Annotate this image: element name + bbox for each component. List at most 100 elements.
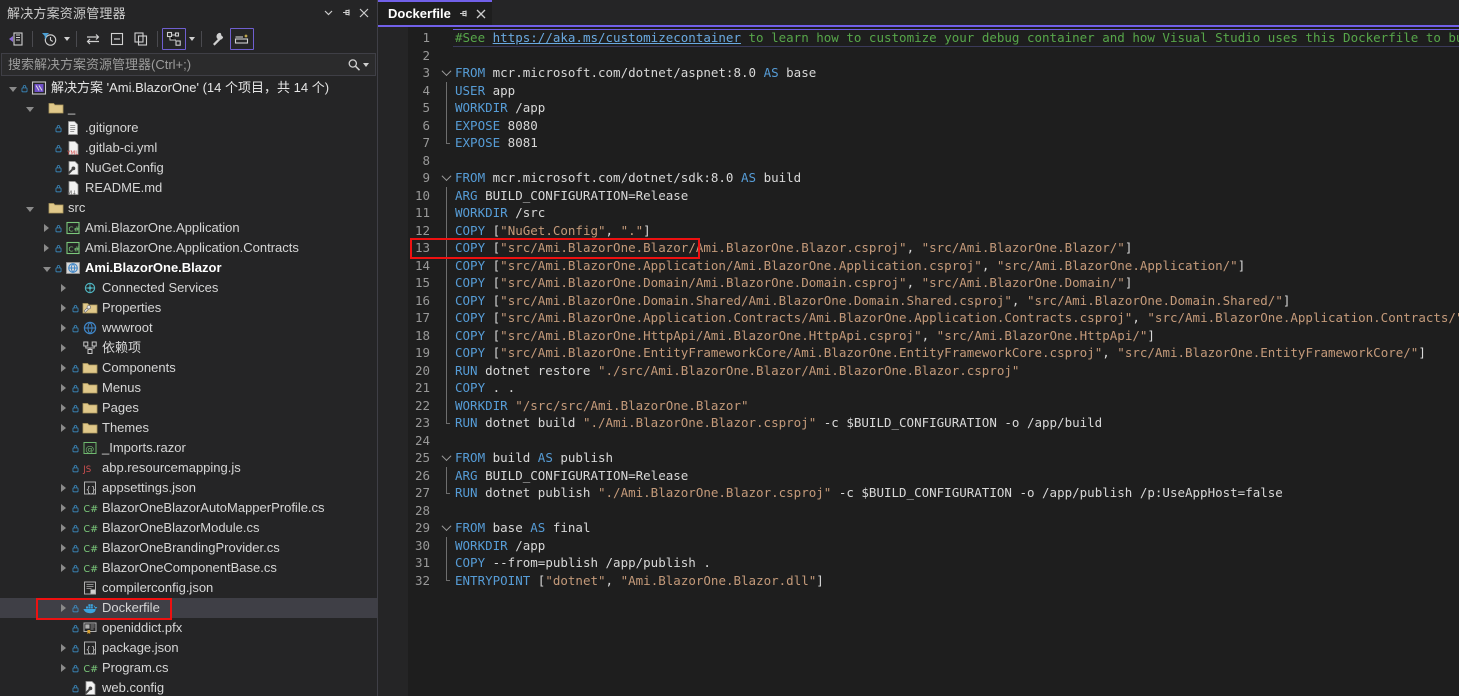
collapse-all-icon[interactable] (105, 28, 129, 50)
chevron-right-icon[interactable] (57, 518, 70, 538)
chevron-down-icon[interactable] (40, 258, 53, 278)
pin-icon[interactable] (337, 3, 355, 23)
code-link[interactable]: https://aka.ms/customizecontainer (493, 30, 741, 45)
code-line[interactable]: 2 (378, 47, 1459, 65)
chevron-right-icon[interactable] (57, 378, 70, 398)
tree-node[interactable]: Themes (0, 418, 377, 438)
tree-node[interactable]: .gitignore (0, 118, 377, 138)
fold-chevron-icon[interactable] (440, 519, 453, 537)
tree-node[interactable]: Properties (0, 298, 377, 318)
code-line[interactable]: 1 #See https://aka.ms/customizecontainer … (378, 29, 1459, 47)
chevron-right-icon[interactable] (57, 558, 70, 578)
tree-node[interactable]: 依赖项 (0, 338, 377, 358)
pending-changes-caret-icon[interactable] (61, 28, 72, 50)
tree-node[interactable]: Ami.BlazorOne.Blazor (0, 258, 377, 278)
chevron-down-icon[interactable] (23, 198, 36, 218)
tree-node[interactable]: C# BlazorOneBlazorAutoMapperProfile.cs (0, 498, 377, 518)
tree-node[interactable]: @ _Imports.razor (0, 438, 377, 458)
code-line[interactable]: 31 COPY --from=publish /app/publish . (378, 554, 1459, 572)
code-line[interactable]: 5 WORKDIR /app (378, 99, 1459, 117)
tree-node[interactable]: M↓ README.md (0, 178, 377, 198)
code-line[interactable]: 19 COPY ["src/Ami.BlazorOne.EntityFramewo… (378, 344, 1459, 362)
code-line[interactable]: 20 RUN dotnet restore "./src/Ami.BlazorOn… (378, 361, 1459, 379)
chevron-right-icon[interactable] (57, 358, 70, 378)
code-line[interactable]: 8 (378, 152, 1459, 170)
chevron-right-icon[interactable] (57, 338, 70, 358)
back-navigate-icon[interactable] (4, 28, 28, 50)
code-line[interactable]: 26 ARG BUILD_CONFIGURATION=Release (378, 466, 1459, 484)
chevron-right-icon[interactable] (57, 298, 70, 318)
tree-node[interactable]: JS abp.resourcemapping.js (0, 458, 377, 478)
tree-node[interactable]: src (0, 198, 377, 218)
chevron-right-icon[interactable] (57, 318, 70, 338)
chevron-down-icon[interactable] (6, 78, 19, 98)
show-all-files-icon[interactable] (129, 28, 153, 50)
tree-node[interactable]: _ (0, 98, 377, 118)
chevron-right-icon[interactable] (57, 658, 70, 678)
preview-selected-items-icon[interactable] (230, 28, 254, 50)
code-line[interactable]: 21 COPY . . (378, 379, 1459, 397)
tree-node[interactable]: Menus (0, 378, 377, 398)
properties-icon[interactable] (206, 28, 230, 50)
tree-node[interactable]: C# Ami.BlazorOne.Application.Contracts (0, 238, 377, 258)
code-line[interactable]: 27 RUN dotnet publish "./Ami.BlazorOne.Bl… (378, 484, 1459, 502)
code-line[interactable]: 24 (378, 432, 1459, 450)
code-line[interactable]: 25 FROM build AS publish (378, 449, 1459, 467)
code-line[interactable]: 3 FROM mcr.microsoft.com/dotnet/aspnet:8.… (378, 64, 1459, 82)
fold-chevron-icon[interactable] (440, 169, 453, 187)
tree-node[interactable]: NuGet.Config (0, 158, 377, 178)
tree-node[interactable]: compilerconfig.json (0, 578, 377, 598)
search-box[interactable] (1, 53, 376, 76)
tree-node[interactable]: Pages (0, 398, 377, 418)
code-line[interactable]: 32 ENTRYPOINT ["dotnet", "Ami.BlazorOne.B… (378, 571, 1459, 590)
fold-chevron-icon[interactable] (440, 64, 453, 82)
code-line[interactable]: 4 USER app (378, 81, 1459, 99)
code-line[interactable]: 11 WORKDIR /src (378, 204, 1459, 222)
search-icon[interactable] (347, 58, 361, 72)
sync-with-active-document-icon[interactable] (81, 28, 105, 50)
code-line[interactable]: 18 COPY ["src/Ami.BlazorOne.HttpApi/Ami.B… (378, 326, 1459, 344)
chevron-down-icon[interactable] (23, 98, 36, 118)
code-line[interactable]: 29 FROM base AS final (378, 519, 1459, 537)
code-line[interactable]: 28 (378, 502, 1459, 520)
chevron-right-icon[interactable] (57, 418, 70, 438)
chevron-right-icon[interactable] (57, 478, 70, 498)
code-line[interactable]: 16 COPY ["src/Ami.BlazorOne.Domain.Shared… (378, 291, 1459, 309)
code-line[interactable]: 9 FROM mcr.microsoft.com/dotnet/sdk:8.0 A… (378, 169, 1459, 187)
pin-icon[interactable] (458, 8, 469, 19)
code-editor[interactable]: 1 #See https://aka.ms/customizecontainer … (378, 27, 1459, 696)
tree-node[interactable]: C# BlazorOneBlazorModule.cs (0, 518, 377, 538)
tree-node[interactable]: YML .gitlab-ci.yml (0, 138, 377, 158)
tree-node[interactable]: {} appsettings.json (0, 478, 377, 498)
tree-node[interactable]: C# Program.cs (0, 658, 377, 678)
tree-node[interactable]: C# BlazorOneBrandingProvider.cs (0, 538, 377, 558)
chevron-right-icon[interactable] (57, 598, 70, 618)
search-options-caret-icon[interactable] (361, 55, 371, 75)
code-line[interactable]: 14 COPY ["src/Ami.BlazorOne.Application/A… (378, 256, 1459, 274)
chevron-right-icon[interactable] (57, 638, 70, 658)
tree-node[interactable]: wwwroot (0, 318, 377, 338)
code-line[interactable]: 17 COPY ["src/Ami.BlazorOne.Application.C… (378, 309, 1459, 327)
close-icon[interactable] (355, 3, 373, 23)
view-switcher-caret-icon[interactable] (186, 28, 197, 50)
chevron-right-icon[interactable] (57, 278, 70, 298)
search-input[interactable] (8, 57, 347, 72)
chevron-right-icon[interactable] (57, 498, 70, 518)
code-line[interactable]: 22 WORKDIR "/src/src/Ami.BlazorOne.Blazor… (378, 396, 1459, 414)
chevron-right-icon[interactable] (57, 538, 70, 558)
view-switcher-icon[interactable] (162, 28, 186, 50)
tree-node[interactable]: Dockerfile (0, 598, 377, 618)
chevron-right-icon[interactable] (57, 398, 70, 418)
tree-node[interactable]: Components (0, 358, 377, 378)
tree-node[interactable]: C# Ami.BlazorOne.Application (0, 218, 377, 238)
chevron-right-icon[interactable] (40, 218, 53, 238)
close-icon[interactable] (476, 9, 486, 19)
tree-node[interactable]: C# BlazorOneComponentBase.cs (0, 558, 377, 578)
code-line[interactable]: 6 EXPOSE 8080 (378, 116, 1459, 134)
tree-node[interactable]: web.config (0, 678, 377, 696)
tab-dockerfile[interactable]: Dockerfile (378, 0, 492, 25)
solution-tree[interactable]: 解决方案 'Ami.BlazorOne' (14 个项目，共 14 个) _ .gi… (0, 76, 377, 696)
code-line[interactable]: 10 ARG BUILD_CONFIGURATION=Release (378, 186, 1459, 204)
tree-node[interactable]: openiddict.pfx (0, 618, 377, 638)
tree-node[interactable]: 解决方案 'Ami.BlazorOne' (14 个项目，共 14 个) (0, 78, 377, 98)
